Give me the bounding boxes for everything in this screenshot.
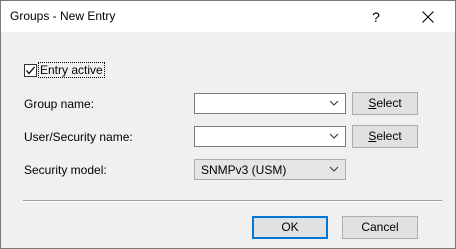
title-bar: Groups - New Entry ? xyxy=(1,1,455,32)
cancel-button[interactable]: Cancel xyxy=(342,216,418,239)
separator-line xyxy=(23,200,442,202)
ok-button[interactable]: OK xyxy=(252,216,328,239)
group-name-select-label: Select xyxy=(368,96,402,110)
user-security-name-select-button[interactable]: Select xyxy=(352,125,418,148)
group-name-select-button[interactable]: Select xyxy=(352,92,418,115)
security-model-label: Security model: xyxy=(24,163,107,177)
close-icon xyxy=(422,11,434,23)
entry-active-checkbox-row[interactable]: Entry active xyxy=(24,62,105,78)
chevron-down-icon[interactable] xyxy=(329,100,339,107)
entry-active-checkbox[interactable] xyxy=(24,63,37,77)
help-button[interactable]: ? xyxy=(356,3,396,31)
user-security-name-label: User/Security name: xyxy=(24,130,133,144)
checkmark-icon xyxy=(26,66,35,75)
help-button-label: ? xyxy=(372,9,380,25)
chevron-down-icon[interactable] xyxy=(329,166,339,173)
user-security-name-select-label: Select xyxy=(368,129,402,143)
group-name-label: Group name: xyxy=(24,97,95,111)
group-name-combobox[interactable] xyxy=(194,93,346,114)
cancel-button-label: Cancel xyxy=(361,220,399,234)
security-model-dropdown[interactable]: SNMPv3 (USM) xyxy=(194,159,346,180)
security-model-value: SNMPv3 (USM) xyxy=(201,163,287,177)
entry-active-label[interactable]: Entry active xyxy=(38,62,105,78)
chevron-down-icon[interactable] xyxy=(329,133,339,140)
ok-button-label: OK xyxy=(281,220,299,234)
dialog-window: Groups - New Entry ? Entry active Group … xyxy=(0,0,456,249)
user-security-name-combobox[interactable] xyxy=(194,126,346,147)
window-title: Groups - New Entry xyxy=(10,9,116,23)
close-button[interactable] xyxy=(408,3,448,31)
